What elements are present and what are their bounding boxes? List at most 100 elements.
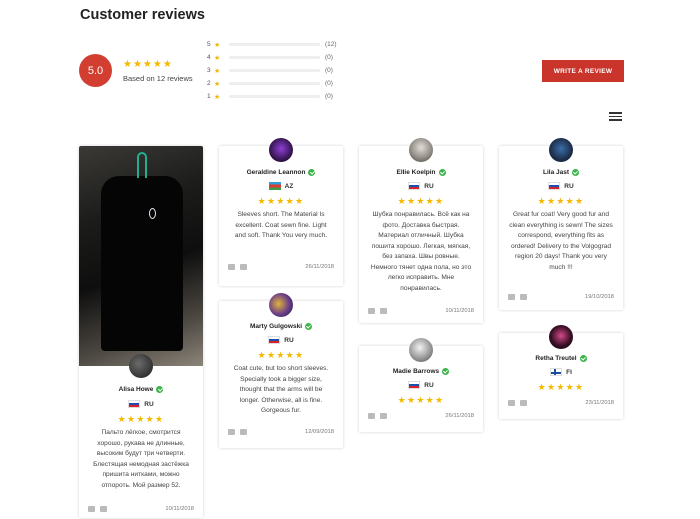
histogram-count: (0) xyxy=(325,67,333,74)
star-icon: ★ xyxy=(214,54,221,62)
review-text: Sleeves short. The Material Is excellent… xyxy=(234,211,328,239)
histogram-bar xyxy=(229,56,320,59)
review-card: Alisa Howe RU ★★★★★ Пальто лёгкое, смотр… xyxy=(79,146,203,518)
coat-image xyxy=(101,176,183,351)
review-card: Madie Barrows RU ★★★★★ 26/11/2018 xyxy=(359,338,483,432)
review-date: 19/10/2018 xyxy=(584,294,614,300)
review-text: Пальто лёгкое, смотрится хорошо, рукава … xyxy=(93,429,189,489)
histogram-row-4[interactable]: 4 ★ (0) xyxy=(207,53,333,62)
reviewer-name: Lila Jast xyxy=(542,169,569,176)
histogram-rating: 3 xyxy=(207,67,211,74)
thumbs-up-icon[interactable] xyxy=(508,294,515,300)
reviewer-country: RU xyxy=(144,400,154,408)
reviewer-country: FI xyxy=(566,368,572,376)
thumbs-up-icon[interactable] xyxy=(88,506,95,512)
summary-stars: ★★★★★ xyxy=(123,59,173,70)
avatar xyxy=(409,338,433,362)
review-card: Geraldine Leannon AZ ★★★★★ Sleeves short… xyxy=(219,138,343,286)
reviewer-name: Marty Gulgowski xyxy=(249,323,302,330)
average-score-badge: 5.0 xyxy=(79,54,112,87)
verified-check-icon xyxy=(156,386,164,393)
avatar xyxy=(129,354,153,378)
thumbs-up-icon[interactable] xyxy=(508,400,515,406)
flag-icon xyxy=(128,400,141,408)
histogram-bar xyxy=(229,43,320,46)
reviewer-name: Retha Treutel xyxy=(535,355,577,362)
review-stars: ★★★★★ xyxy=(257,350,305,360)
review-photo[interactable] xyxy=(79,146,203,366)
thumbs-down-icon[interactable] xyxy=(380,413,387,419)
thumbs-up-icon[interactable] xyxy=(228,264,235,270)
reviewer-country: RU xyxy=(564,182,574,190)
reviewer-name: Alisa Howe xyxy=(118,386,154,393)
reviewer-name: Geraldine Leannon xyxy=(246,169,306,176)
review-date: 26/11/2018 xyxy=(305,264,334,270)
histogram-row-5[interactable]: 5 ★ (12) xyxy=(207,40,337,49)
thumbs-up-icon[interactable] xyxy=(368,413,375,419)
verified-check-icon xyxy=(438,169,446,176)
histogram-row-2[interactable]: 2 ★ (0) xyxy=(207,79,333,88)
zipper-reflection xyxy=(149,208,156,219)
flag-icon xyxy=(548,182,561,190)
review-card: Retha Treutel FI ★★★★★ 23/11/2018 xyxy=(499,325,623,419)
review-date: 10/11/2018 xyxy=(165,506,194,512)
reviewer-country: RU xyxy=(424,381,434,389)
histogram-rating: 2 xyxy=(207,80,211,87)
review-stars: ★★★★★ xyxy=(117,414,165,424)
histogram-row-1[interactable]: 1 ★ (0) xyxy=(207,92,333,101)
histogram-count: (12) xyxy=(325,41,337,48)
review-count-text: Based on 12 reviews xyxy=(123,74,193,83)
review-date: 23/11/2018 xyxy=(585,400,614,406)
page-title: Customer reviews xyxy=(80,7,205,23)
histogram-rating: 5 xyxy=(207,41,211,48)
avatar xyxy=(269,293,293,317)
list-view-icon[interactable] xyxy=(609,112,622,122)
verified-check-icon xyxy=(442,368,450,375)
review-stars: ★★★★★ xyxy=(537,196,585,206)
review-card: Lila Jast RU ★★★★★ Great fur coat! Very … xyxy=(499,138,623,310)
verified-check-icon xyxy=(579,355,587,362)
thumbs-up-icon[interactable] xyxy=(228,429,235,435)
flag-icon xyxy=(550,368,563,376)
review-text: Coat cute, but too short sleeves. Specia… xyxy=(233,365,329,414)
thumbs-down-icon[interactable] xyxy=(240,264,247,270)
histogram-row-3[interactable]: 3 ★ (0) xyxy=(207,66,333,75)
verified-check-icon xyxy=(572,169,579,176)
reviewer-country: RU xyxy=(284,336,294,344)
histogram-count: (0) xyxy=(325,93,333,100)
review-text: Great fur coat! Very good fur and clean … xyxy=(509,211,613,271)
reviewer-country: AZ xyxy=(284,182,294,190)
review-stars: ★★★★★ xyxy=(397,196,445,206)
avatar xyxy=(549,138,573,162)
star-icon: ★ xyxy=(214,93,221,101)
histogram-count: (0) xyxy=(325,80,333,87)
verified-check-icon xyxy=(308,169,316,176)
flag-icon xyxy=(408,381,421,389)
histogram-bar xyxy=(229,69,320,72)
avatar xyxy=(409,138,433,162)
review-stars: ★★★★★ xyxy=(537,382,585,392)
thumbs-down-icon[interactable] xyxy=(520,294,527,300)
write-review-button[interactable]: WRITE A REVIEW xyxy=(542,60,624,82)
reviewer-name: Madie Barrows xyxy=(392,368,440,375)
flag-icon xyxy=(268,336,281,344)
star-icon: ★ xyxy=(214,67,221,75)
hanger-image xyxy=(137,152,147,178)
reviewer-name: Ellie Koelpin xyxy=(396,169,436,176)
review-date: 10/11/2018 xyxy=(445,308,474,314)
flag-icon xyxy=(408,182,421,190)
avatar xyxy=(549,325,573,349)
reviewer-country: RU xyxy=(424,182,434,190)
flag-icon xyxy=(268,182,281,190)
avatar xyxy=(269,138,293,162)
histogram-count: (0) xyxy=(325,54,333,61)
thumbs-down-icon[interactable] xyxy=(100,506,107,512)
star-icon: ★ xyxy=(214,80,221,88)
histogram-bar xyxy=(229,82,320,85)
review-card: Marty Gulgowski RU ★★★★★ Coat cute, but … xyxy=(219,293,343,448)
thumbs-down-icon[interactable] xyxy=(240,429,247,435)
thumbs-up-icon[interactable] xyxy=(368,308,375,314)
thumbs-down-icon[interactable] xyxy=(520,400,527,406)
review-date: 26/11/2018 xyxy=(445,413,474,419)
thumbs-down-icon[interactable] xyxy=(380,308,387,314)
